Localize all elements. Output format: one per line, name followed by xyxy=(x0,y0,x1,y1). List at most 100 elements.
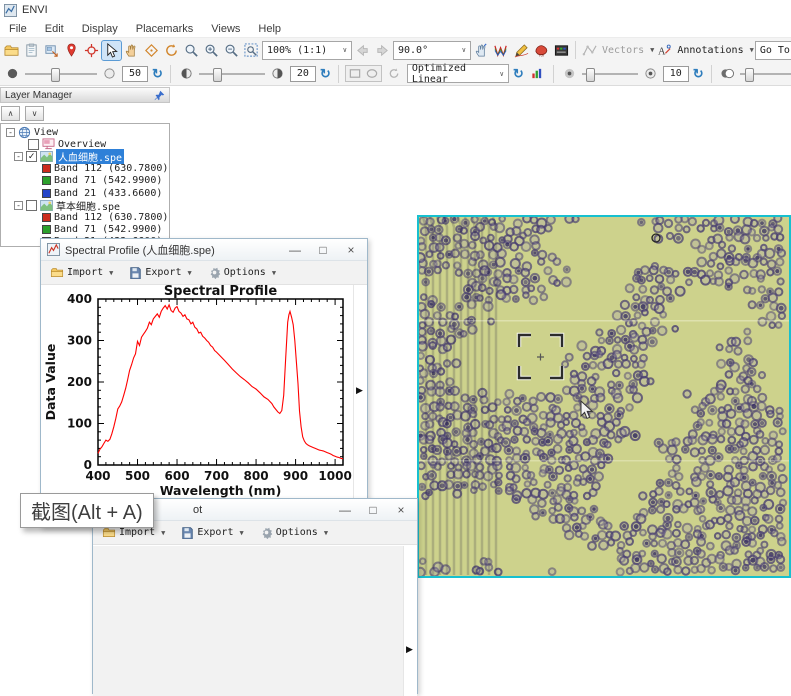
layer-label: 人血细胞.spe xyxy=(56,149,124,164)
menu-item-help[interactable]: Help xyxy=(249,23,290,35)
svg-text:800: 800 xyxy=(244,469,269,483)
export-menu[interactable]: Export▼ xyxy=(181,526,243,539)
sharpen-slider[interactable] xyxy=(582,67,638,81)
image-view[interactable] xyxy=(417,215,791,578)
brightness-input[interactable]: 50 xyxy=(122,66,148,82)
previous-view-icon[interactable] xyxy=(353,41,372,60)
svg-text:100: 100 xyxy=(67,417,92,431)
expand-all-button[interactable]: ∨ xyxy=(25,106,44,121)
layer-checkbox[interactable] xyxy=(28,139,39,150)
expand-panel-arrow-icon[interactable]: ▶ xyxy=(356,385,363,396)
chip-subset-icon[interactable] xyxy=(42,41,61,60)
maximize-button[interactable]: □ xyxy=(359,503,387,517)
zoom-fit-icon[interactable] xyxy=(242,41,261,60)
stretch-refresh-icon[interactable]: ↻ xyxy=(512,66,525,82)
expander-icon[interactable]: - xyxy=(14,201,23,210)
layer-tree-row[interactable]: -View xyxy=(1,126,169,138)
brightness-refresh-icon[interactable]: ↻ xyxy=(151,66,164,82)
pan-hand-icon[interactable] xyxy=(122,41,141,60)
menu-item-edit[interactable]: Edit xyxy=(36,23,73,35)
spectral-profile-icon[interactable] xyxy=(492,41,511,60)
export-menu[interactable]: Export▼ xyxy=(129,266,191,279)
layer-tree-row[interactable]: Band 71 (542.9900) xyxy=(1,224,169,236)
layer-checkbox[interactable] xyxy=(26,200,37,211)
data-manager-icon[interactable] xyxy=(22,41,41,60)
contrast-refresh-icon[interactable]: ↻ xyxy=(319,66,332,82)
import-menu[interactable]: Import▼ xyxy=(50,266,113,279)
svg-text:400: 400 xyxy=(67,292,92,306)
menu-item-placemarks[interactable]: Placemarks xyxy=(127,23,202,35)
contrast-l-icon xyxy=(177,64,196,83)
rgb-bars-icon[interactable] xyxy=(528,64,547,83)
layer-manager-header[interactable]: Layer Manager xyxy=(0,87,170,103)
close-button[interactable]: × xyxy=(387,503,415,517)
fly-tool-icon[interactable] xyxy=(142,41,161,60)
export-save-icon xyxy=(129,266,142,279)
close-button[interactable]: × xyxy=(337,243,365,257)
stretch-region-buttons[interactable] xyxy=(345,65,382,82)
select-arrow-icon[interactable] xyxy=(102,41,121,60)
band-label: Band 112 (630.7800) xyxy=(54,163,168,174)
zoom-out-icon[interactable] xyxy=(222,41,241,60)
layer-tree-row[interactable]: -✓ 人血细胞.spe xyxy=(1,150,169,162)
vectors-menu[interactable]: Vectors▼ xyxy=(580,41,654,60)
minimize-button[interactable]: — xyxy=(331,503,359,517)
main-toolbar: 100% (1:1)∨ 90.0°∨ roi Vectors▼AAnnotations… xyxy=(0,37,791,62)
layer-tree-row[interactable]: Band 112 (630.7800) xyxy=(1,163,169,175)
placemark-pin-icon[interactable] xyxy=(62,41,81,60)
menu-item-file[interactable]: File xyxy=(0,23,36,35)
contrast-r-icon xyxy=(268,64,287,83)
annotations-menu[interactable]: AAnnotations▼ xyxy=(655,41,753,60)
orbit-tool-icon[interactable] xyxy=(162,41,181,60)
options-menu[interactable]: Options▼ xyxy=(208,266,276,279)
band-label: Band 71 (542.9900) xyxy=(54,224,162,235)
expand-panel-arrow-icon[interactable]: ▶ xyxy=(406,644,413,655)
layer-tree: -ViewOverview-✓人血细胞.speBand 112 (630.780… xyxy=(0,123,170,247)
measure-hand-icon[interactable] xyxy=(472,41,491,60)
spectral-window-titlebar[interactable]: Spectral Profile (人血细胞.spe) — □ × xyxy=(41,239,367,261)
open-folder-icon[interactable] xyxy=(2,41,21,60)
layer-manager-pin-icon[interactable] xyxy=(154,90,165,101)
menu-item-views[interactable]: Views xyxy=(202,23,249,35)
svg-text:600: 600 xyxy=(165,469,190,483)
contrast-input[interactable]: 20 xyxy=(290,66,316,82)
plot-content-area: ▶ xyxy=(93,545,417,696)
maximize-button[interactable]: □ xyxy=(309,243,337,257)
band-color-swatch xyxy=(42,176,51,185)
stretch-type-select[interactable]: Optimized Linear∨ xyxy=(407,64,509,83)
minimize-button[interactable]: — xyxy=(281,243,309,257)
roi-tool-icon[interactable]: roi xyxy=(532,41,551,60)
layer-tree-row[interactable]: -草本细胞.spe xyxy=(1,199,169,211)
plot-window-title: ot xyxy=(193,504,202,516)
layer-checkbox[interactable]: ✓ xyxy=(26,151,37,162)
zoom-tool-icon[interactable] xyxy=(182,41,201,60)
stretch-apply-icon[interactable] xyxy=(385,64,404,83)
expander-icon[interactable]: - xyxy=(6,128,15,137)
zoom-in-icon[interactable] xyxy=(202,41,221,60)
contrast-slider[interactable] xyxy=(199,67,265,81)
view-globe-icon xyxy=(18,126,31,139)
crosshair-tool-icon[interactable] xyxy=(82,41,101,60)
svg-text:A: A xyxy=(658,46,666,57)
options-menu[interactable]: Options▼ xyxy=(260,526,328,539)
transparency-slider[interactable] xyxy=(740,67,791,81)
sharpen-refresh-icon[interactable]: ↻ xyxy=(692,66,705,82)
collapse-all-button[interactable]: ∧ xyxy=(1,106,20,121)
menu-item-display[interactable]: Display xyxy=(73,23,127,35)
brightness-slider[interactable] xyxy=(25,67,97,81)
chart-side-strip: ▶ xyxy=(353,285,367,501)
goto-combo[interactable]: Go To∨ xyxy=(755,41,791,60)
sharpen-input[interactable]: 10 xyxy=(663,66,689,82)
expander-icon[interactable]: - xyxy=(14,152,23,161)
next-view-icon[interactable] xyxy=(373,41,392,60)
svg-text:Wavelength (nm): Wavelength (nm) xyxy=(160,483,282,498)
import-folder-icon xyxy=(50,266,64,279)
layer-tree-row[interactable]: Band 71 (542.9900) xyxy=(1,175,169,187)
feature-draw-icon[interactable] xyxy=(512,41,531,60)
overview-monitor-icon xyxy=(42,138,55,150)
band-color-swatch xyxy=(42,225,51,234)
rotation-select[interactable]: 90.0°∨ xyxy=(393,41,471,60)
zoom-level-select[interactable]: 100% (1:1)∨ xyxy=(262,41,352,60)
layer-tree-row[interactable]: Band 112 (630.7800) xyxy=(1,211,169,223)
color-slices-icon[interactable] xyxy=(552,41,571,60)
